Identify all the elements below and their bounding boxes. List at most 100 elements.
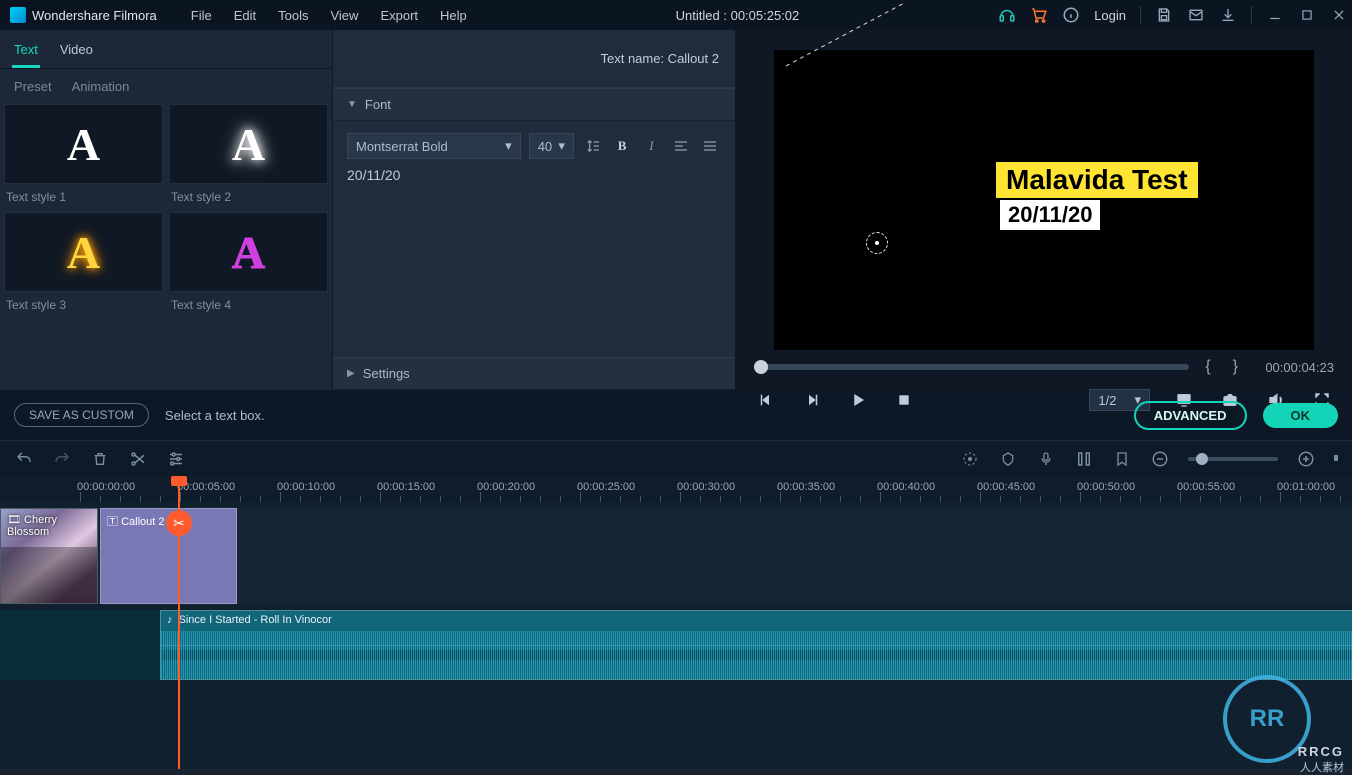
menu-edit[interactable]: Edit xyxy=(224,4,266,27)
style-label: Text style 2 xyxy=(169,184,328,206)
ok-button[interactable]: OK xyxy=(1263,403,1339,428)
clip-filmstrip xyxy=(1,547,97,603)
play-button[interactable] xyxy=(846,388,870,412)
align-justify-icon[interactable] xyxy=(700,135,721,157)
redo-icon[interactable] xyxy=(52,449,72,469)
window-minimize-icon[interactable] xyxy=(1266,6,1284,24)
zoom-in-icon[interactable] xyxy=(1296,449,1316,469)
waveform-midline xyxy=(161,645,1352,646)
callout-title-box[interactable]: Malavida Test 20/11/20 xyxy=(996,162,1198,230)
timeline-playhead[interactable]: ✂ xyxy=(178,476,180,769)
separator xyxy=(1251,6,1252,24)
info-icon[interactable] xyxy=(1062,6,1080,24)
audio-clip-since-i-started[interactable]: ♪Since I Started - Roll In Vinocor xyxy=(160,610,1352,680)
text-style-4[interactable]: A Text style 4 xyxy=(169,212,328,314)
waveform xyxy=(161,631,1352,679)
zoom-out-icon[interactable] xyxy=(1150,449,1170,469)
ruler-label: 00:00:10:00 xyxy=(277,481,335,493)
zoom-handle[interactable] xyxy=(1196,453,1208,465)
subtab-animation[interactable]: Animation xyxy=(72,79,130,94)
preview-timecode: 00:00:04:23 xyxy=(1254,360,1334,375)
scissors-icon[interactable]: ✂ xyxy=(166,510,192,536)
zoom-value: 1/2 xyxy=(1098,393,1116,408)
text-style-3[interactable]: A Text style 3 xyxy=(4,212,163,314)
app-name: Wondershare Filmora xyxy=(32,8,157,23)
menu-view[interactable]: View xyxy=(320,4,368,27)
menu-export[interactable]: Export xyxy=(370,4,428,27)
delete-icon[interactable] xyxy=(90,449,110,469)
split-icon[interactable] xyxy=(128,449,148,469)
marker-icon[interactable] xyxy=(998,449,1018,469)
save-icon[interactable] xyxy=(1155,6,1173,24)
app-logo-icon xyxy=(10,7,26,23)
section-title: Settings xyxy=(363,366,410,381)
ruler-label: 00:00:50:00 xyxy=(1077,481,1135,493)
timeline-ruler[interactable]: 00:00:00:0000:00:05:0000:00:10:0000:00:1… xyxy=(80,476,1352,502)
chevron-down-icon: ▾ xyxy=(505,138,512,154)
step-back-button[interactable] xyxy=(754,388,778,412)
stop-button[interactable] xyxy=(892,388,916,412)
section-title: Font xyxy=(365,97,391,112)
text-clip-icon: 🅃 xyxy=(107,516,118,528)
ruler-label: 00:00:55:00 xyxy=(1177,481,1235,493)
mark-out-button[interactable]: } xyxy=(1227,358,1244,376)
menu-tools[interactable]: Tools xyxy=(268,4,318,27)
ruler-label: 00:00:40:00 xyxy=(877,481,935,493)
callout-anchor[interactable] xyxy=(866,232,888,254)
save-as-custom-button[interactable]: SAVE AS CUSTOM xyxy=(14,403,149,427)
chevron-down-icon: ▼ xyxy=(347,99,357,110)
mark-in-button[interactable]: { xyxy=(1199,358,1216,376)
step-forward-button[interactable] xyxy=(800,388,824,412)
menu-file[interactable]: File xyxy=(181,4,222,27)
section-font-header[interactable]: ▼ Font xyxy=(333,88,735,121)
download-icon[interactable] xyxy=(1219,6,1237,24)
video-clip-cherry-blossom[interactable]: 🎞 Cherry Blossom xyxy=(0,508,98,604)
menu-help[interactable]: Help xyxy=(430,4,477,27)
style-label: Text style 1 xyxy=(4,184,163,206)
main-menu: File Edit Tools View Export Help xyxy=(181,4,477,27)
add-marker-icon[interactable] xyxy=(1112,449,1132,469)
font-size-value: 40 xyxy=(538,139,552,154)
tab-video[interactable]: Video xyxy=(58,38,95,68)
mail-icon[interactable] xyxy=(1187,6,1205,24)
tab-text[interactable]: Text xyxy=(12,38,40,68)
clip-label: Since I Started - Roll In Vinocor xyxy=(179,614,332,626)
ruler-label: 00:00:25:00 xyxy=(577,481,635,493)
brand: Wondershare Filmora xyxy=(10,7,157,23)
support-icon[interactable] xyxy=(998,6,1016,24)
font-size-select[interactable]: 40 ▾ xyxy=(529,133,574,159)
advanced-button[interactable]: ADVANCED xyxy=(1134,401,1247,430)
text-style-2[interactable]: A Text style 2 xyxy=(169,104,328,206)
align-left-icon[interactable] xyxy=(670,135,691,157)
mixer-icon[interactable] xyxy=(1074,449,1094,469)
anchor-dot-icon xyxy=(875,241,879,245)
preview-scrub-bar[interactable] xyxy=(754,364,1189,370)
line-spacing-icon[interactable] xyxy=(582,135,603,157)
bold-button[interactable]: B xyxy=(611,135,632,157)
font-family-select[interactable]: Montserrat Bold ▾ xyxy=(347,133,521,159)
style-label: Text style 3 xyxy=(4,292,163,314)
undo-icon[interactable] xyxy=(14,449,34,469)
zoom-slider[interactable] xyxy=(1188,457,1278,461)
text-content-input[interactable] xyxy=(347,167,721,277)
text-style-1[interactable]: A Text style 1 xyxy=(4,104,163,206)
section-settings-header[interactable]: ▶ Settings xyxy=(333,357,735,390)
login-button[interactable]: Login xyxy=(1094,8,1126,23)
ruler-label: 00:00:45:00 xyxy=(977,481,1035,493)
record-voiceover-icon[interactable] xyxy=(1036,449,1056,469)
italic-button[interactable]: I xyxy=(641,135,662,157)
ruler-label: 00:00:20:00 xyxy=(477,481,535,493)
scrub-handle[interactable] xyxy=(754,360,768,374)
preview-stage[interactable]: Malavida Test 20/11/20 xyxy=(774,50,1314,350)
chevron-right-icon: ▶ xyxy=(347,368,355,379)
zoom-to-fit-icon[interactable] xyxy=(1334,448,1338,470)
window-maximize-icon[interactable] xyxy=(1298,6,1316,24)
adjust-icon[interactable] xyxy=(166,449,186,469)
subtab-preset[interactable]: Preset xyxy=(14,79,52,94)
render-icon[interactable] xyxy=(960,449,980,469)
ruler-label: 00:00:00:00 xyxy=(77,481,135,493)
cart-icon[interactable] xyxy=(1030,6,1048,24)
window-close-icon[interactable] xyxy=(1330,6,1348,24)
ruler-label: 00:00:30:00 xyxy=(677,481,735,493)
style-glyph-icon: A xyxy=(67,118,100,171)
